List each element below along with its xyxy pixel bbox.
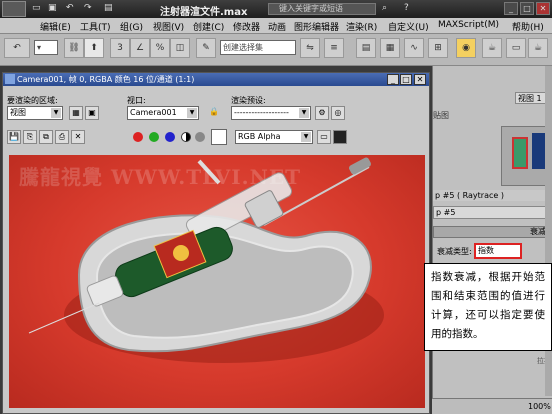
clone-frame-icon[interactable]: ⧉ xyxy=(39,130,53,144)
render-setup-window-icon[interactable]: ⚙ xyxy=(315,106,329,120)
render-window-close-button[interactable]: ✕ xyxy=(414,74,426,85)
search-icon[interactable]: ⌕ xyxy=(382,3,387,13)
selection-filter-dropdown[interactable]: ▾ xyxy=(34,40,58,55)
monochrome-icon[interactable] xyxy=(195,132,205,142)
render-production-icon[interactable]: ☕ xyxy=(528,38,548,58)
alpha-channel-icon[interactable] xyxy=(181,132,191,142)
close-button[interactable]: ✕ xyxy=(536,2,550,15)
lock-viewport-icon[interactable]: 🔒 xyxy=(207,106,221,120)
render-preset-label: 渲染预设: xyxy=(231,96,266,105)
quick-access-toolbar: ▭ ▣ ↶ ↷ ▤ xyxy=(32,3,152,15)
angle-snap-icon[interactable]: ∠ xyxy=(130,38,150,58)
render-setup-icon[interactable]: ☕ xyxy=(482,38,502,58)
align-icon[interactable]: ≡ xyxy=(324,38,344,58)
viewport-dropdown[interactable]: Camera001 ▼ xyxy=(127,106,199,120)
select-link-icon[interactable]: ⛓ xyxy=(64,38,84,58)
clear-image-icon[interactable]: ✕ xyxy=(71,130,85,144)
snap-3d-icon[interactable]: 3 xyxy=(110,38,130,58)
spinner-snap-icon[interactable]: ◫ xyxy=(170,38,190,58)
auto-region-icon[interactable]: ▣ xyxy=(85,106,99,120)
map-title-field: p #5 ( Raytrace ) xyxy=(433,190,552,201)
app-title-bar: ▭ ▣ ↶ ↷ ▤ 注射器渲文件.max 键入关键字或短语 ⌕ ? _ □ ✕ xyxy=(0,0,552,18)
decay-type-dropdown[interactable]: 指数 xyxy=(474,243,522,259)
app-logo-icon[interactable] xyxy=(2,1,26,17)
layer-manager-icon[interactable]: ▤ xyxy=(356,38,376,58)
menu-help[interactable]: 帮助(H) xyxy=(512,20,544,33)
menu-modifiers[interactable]: 修改器 xyxy=(233,20,260,33)
menu-tools[interactable]: 工具(T) xyxy=(80,20,111,33)
save-image-icon[interactable]: 💾 xyxy=(7,130,21,144)
decay-type-label: 衰减类型: xyxy=(437,247,472,256)
menu-edit[interactable]: 编辑(E) xyxy=(40,20,71,33)
graphite-icon[interactable]: ▦ xyxy=(380,38,400,58)
maximize-button[interactable]: □ xyxy=(520,2,534,15)
rendered-frame-window: Camera001, 帧 0, RGBA 颜色 16 位/通道 (1:1) _ … xyxy=(2,72,430,414)
mirror-icon[interactable]: ⇋ xyxy=(300,38,320,58)
viewport-label: 视口: xyxy=(127,96,146,105)
red-channel-icon[interactable] xyxy=(133,132,143,142)
callout-text: 指数衰减，根据开始范围和结束范围的值进行计算，还可以指定要使用的指数。 xyxy=(431,271,545,340)
command-panel: 视图 1 贴图 p #5 ( Raytrace ) p #5 衰减 衰减类型: … xyxy=(432,66,552,414)
print-image-icon[interactable]: ⎙ xyxy=(55,130,69,144)
vial-label-emblem xyxy=(173,245,189,261)
color-swatch[interactable] xyxy=(211,129,227,145)
menu-animation[interactable]: 动画 xyxy=(268,20,286,33)
blue-channel-icon[interactable] xyxy=(165,132,175,142)
toggle-ui-overlay-icon[interactable]: ▭ xyxy=(317,130,331,144)
area-to-render-dropdown[interactable]: 视图 ▼ xyxy=(7,106,63,120)
render-window-icon xyxy=(5,74,15,84)
rollout-decay-header[interactable]: 衰减 xyxy=(433,226,552,238)
rendered-image: 騰龍視覺 WWW.TLVI.NET xyxy=(9,155,425,408)
percent-snap-icon[interactable]: % xyxy=(150,38,170,58)
status-bar: 100% xyxy=(432,398,552,414)
main-toolbar: ↶ ▾ ⛓ ⬆ 3 ∠ % ◫ ✎ 创建选择集 ⇋ ≡ ▤ ▦ ∿ ⊞ ◉ ☕ … xyxy=(0,34,552,66)
redo-icon[interactable]: ↷ xyxy=(84,3,92,13)
menu-create[interactable]: 创建(C) xyxy=(193,20,224,33)
menu-rendering[interactable]: 渲染(R) xyxy=(346,20,377,33)
help-icon[interactable]: ? xyxy=(404,3,409,13)
undo-icon[interactable]: ↶ xyxy=(66,3,74,13)
edit-region-icon[interactable]: ▦ xyxy=(69,106,83,120)
minimize-button[interactable]: _ xyxy=(504,2,518,15)
open-icon[interactable]: ▭ xyxy=(32,3,41,13)
named-selection-set-dropdown[interactable]: 创建选择集 xyxy=(220,40,296,55)
render-window-maximize-button[interactable]: □ xyxy=(400,74,412,85)
material-sample-swatch[interactable] xyxy=(512,137,528,169)
render-window-minimize-button[interactable]: _ xyxy=(387,74,399,85)
render-preset-dropdown[interactable]: ------------------- ▼ xyxy=(231,106,311,120)
menu-group[interactable]: 组(G) xyxy=(120,20,143,33)
save-icon[interactable]: ▣ xyxy=(48,3,57,13)
material-editor-icon[interactable]: ◉ xyxy=(456,38,476,58)
zoom-level: 100% xyxy=(528,402,551,411)
undo-toolbar-icon[interactable]: ↶ xyxy=(4,38,30,58)
copy-image-icon[interactable]: ⎘ xyxy=(23,130,37,144)
tutorial-callout: 指数衰减，根据开始范围和结束范围的值进行计算，还可以指定要使用的指数。 xyxy=(424,263,552,351)
channel-display-dropdown[interactable]: RGB Alpha ▼ xyxy=(235,130,313,144)
environment-effects-icon[interactable]: ◎ xyxy=(331,106,345,120)
render-window-title: Camera001, 帧 0, RGBA 颜色 16 位/通道 (1:1) xyxy=(3,73,429,86)
watermark-text: 騰龍視覺 WWW.TLVI.NET xyxy=(19,165,302,189)
menu-customize[interactable]: 自定义(U) xyxy=(388,20,429,33)
menu-bar: 编辑(E) 工具(T) 组(G) 视图(V) 创建(C) 修改器 动画 图形编辑… xyxy=(0,18,552,34)
schematic-view-icon[interactable]: ⊞ xyxy=(428,38,448,58)
window-title: 注射器渲文件.max xyxy=(160,7,248,18)
curve-editor-icon[interactable]: ∿ xyxy=(404,38,424,58)
rendered-scene xyxy=(28,157,384,363)
display-alpha-icon[interactable] xyxy=(333,130,347,144)
green-channel-icon[interactable] xyxy=(149,132,159,142)
panel-tab[interactable]: 贴图 xyxy=(433,110,449,121)
area-to-render-label: 要渲染的区域: xyxy=(7,96,58,105)
map-name-field[interactable]: p #5 xyxy=(433,206,552,219)
menu-graph-editors[interactable]: 图形编辑器 xyxy=(294,20,339,33)
edit-named-selection-icon[interactable]: ✎ xyxy=(196,38,216,58)
rendered-frame-icon[interactable]: ▭ xyxy=(506,38,526,58)
search-input[interactable]: 键入关键字或短语 xyxy=(268,3,376,15)
menu-views[interactable]: 视图(V) xyxy=(153,20,184,33)
select-object-icon[interactable]: ⬆ xyxy=(84,38,104,58)
project-icon[interactable]: ▤ xyxy=(104,3,113,13)
menu-maxscript[interactable]: MAXScript(M) xyxy=(438,20,499,30)
